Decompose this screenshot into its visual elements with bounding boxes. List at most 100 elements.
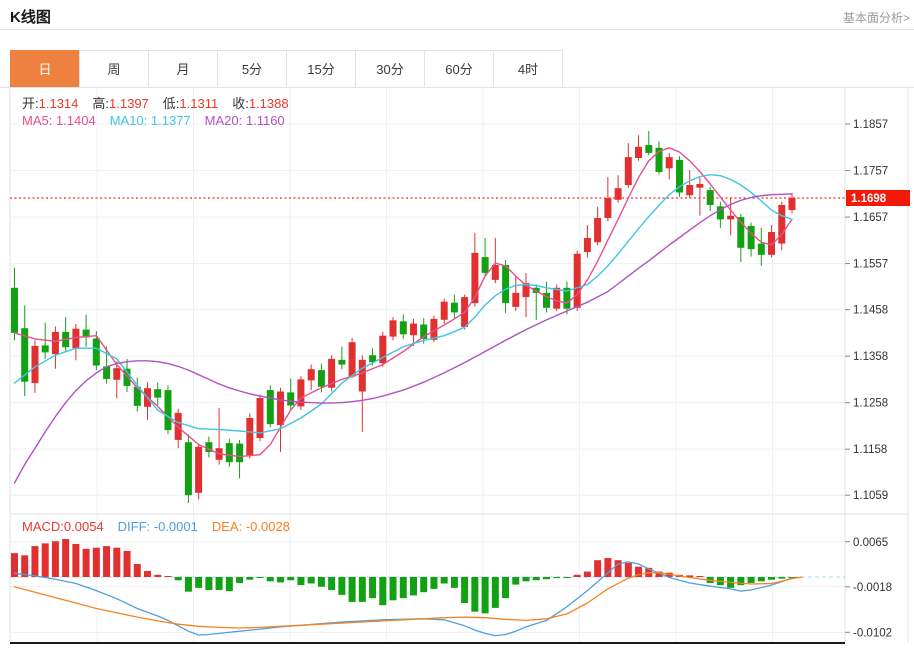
axis-label: -0.0102 bbox=[853, 627, 892, 639]
macd-bar bbox=[369, 577, 376, 598]
candle-body bbox=[584, 238, 591, 252]
candle-body bbox=[604, 198, 611, 218]
axis-label: 1.1757 bbox=[853, 166, 888, 178]
macd-bar bbox=[533, 577, 540, 580]
macd-bar bbox=[379, 577, 386, 605]
macd-bar bbox=[451, 577, 458, 588]
macd-bar bbox=[758, 577, 765, 581]
macd-bar bbox=[338, 577, 345, 595]
candle-body bbox=[625, 157, 632, 185]
axis-label: -0.0018 bbox=[853, 582, 892, 594]
candle-body bbox=[93, 339, 100, 366]
macd-bar bbox=[103, 546, 110, 577]
macd-bar bbox=[144, 571, 151, 577]
candle-body bbox=[789, 198, 796, 210]
axis-label: 1.1258 bbox=[853, 398, 888, 410]
macd-bar bbox=[72, 544, 79, 577]
candle-body bbox=[277, 392, 284, 426]
macd-bar bbox=[615, 560, 622, 577]
tab-period-7[interactable]: 4时 bbox=[493, 50, 563, 88]
macd-bar bbox=[471, 577, 478, 612]
axis-label: 1.1458 bbox=[853, 305, 888, 317]
macd-bar bbox=[574, 575, 581, 577]
fundamental-analysis-link[interactable]: 基本面分析> bbox=[843, 9, 910, 26]
candle-body bbox=[11, 288, 18, 333]
macd-bar bbox=[287, 577, 294, 580]
kline-chart[interactable]: 1.18571.17571.16571.15571.14581.13581.12… bbox=[0, 0, 914, 648]
macd-bar bbox=[492, 577, 499, 608]
macd-bar bbox=[768, 577, 775, 580]
candlestick-series bbox=[11, 131, 796, 503]
candle-body bbox=[236, 444, 243, 463]
macd-bar bbox=[257, 577, 264, 578]
macd-bar bbox=[420, 577, 427, 592]
macd-bar bbox=[164, 576, 171, 577]
candle-body bbox=[696, 184, 703, 188]
macd-bar bbox=[134, 564, 141, 577]
macd-bar bbox=[594, 560, 601, 577]
macd-bar bbox=[778, 577, 785, 579]
macd-bar bbox=[297, 577, 304, 585]
tab-period-0[interactable]: 日 bbox=[10, 50, 80, 88]
macd-bar bbox=[482, 577, 489, 613]
macd-bar bbox=[308, 577, 315, 584]
axis-label: 1.1358 bbox=[853, 351, 888, 363]
macd-bar bbox=[267, 577, 274, 581]
candle-body bbox=[338, 360, 345, 365]
candle-body bbox=[594, 218, 601, 242]
macd-bar bbox=[195, 577, 202, 588]
candle-body bbox=[727, 216, 734, 220]
candle-body bbox=[349, 342, 356, 376]
candle-body bbox=[287, 392, 294, 405]
candle-body bbox=[390, 320, 397, 336]
macd-bar bbox=[93, 548, 100, 577]
tab-period-4[interactable]: 15分 bbox=[286, 50, 356, 88]
candle-body bbox=[318, 370, 325, 387]
macd-bar bbox=[175, 577, 182, 580]
candle-body bbox=[441, 302, 448, 320]
candle-body bbox=[451, 303, 458, 313]
macd-bar bbox=[216, 577, 223, 590]
current-price-label: 1.1698 bbox=[851, 193, 887, 205]
candle-body bbox=[246, 418, 253, 455]
tab-period-5[interactable]: 30分 bbox=[355, 50, 425, 88]
macd-bar bbox=[512, 577, 519, 585]
macd-bar bbox=[328, 577, 335, 590]
candle-body bbox=[113, 368, 120, 380]
candle-body bbox=[553, 288, 560, 309]
widget-header: K线图 基本面分析> bbox=[0, 0, 914, 30]
diff-line bbox=[15, 562, 793, 636]
candle-body bbox=[165, 390, 172, 430]
candle-body bbox=[502, 265, 509, 303]
macd-bar bbox=[52, 541, 59, 577]
kline-widget: 1.18571.17571.16571.15571.14581.13581.12… bbox=[0, 0, 914, 648]
period-tabbar: 日周月5分15分30分60分4时 bbox=[10, 50, 563, 88]
macd-bar bbox=[359, 577, 366, 602]
page-title: K线图 bbox=[10, 6, 51, 27]
tab-period-2[interactable]: 月 bbox=[148, 50, 218, 88]
candle-body bbox=[666, 157, 673, 168]
tab-period-6[interactable]: 60分 bbox=[424, 50, 494, 88]
macd-bar bbox=[461, 577, 468, 603]
macd-bar bbox=[205, 577, 212, 590]
tabbar-underline bbox=[0, 87, 914, 88]
candle-body bbox=[154, 389, 161, 397]
axis-label: 1.1557 bbox=[853, 259, 888, 271]
macd-bar bbox=[124, 551, 131, 577]
macd-bar bbox=[563, 577, 570, 578]
macd-bar bbox=[83, 549, 90, 577]
ma10-line bbox=[15, 175, 793, 433]
candle-body bbox=[400, 321, 407, 334]
candle-body bbox=[359, 360, 366, 392]
candle-body bbox=[52, 332, 59, 354]
tab-period-1[interactable]: 周 bbox=[79, 50, 149, 88]
tab-period-3[interactable]: 5分 bbox=[217, 50, 287, 88]
candle-body bbox=[410, 324, 417, 336]
macd-bar bbox=[543, 577, 550, 579]
macd-bar bbox=[246, 577, 253, 580]
candle-body bbox=[748, 226, 755, 249]
axis-label: 1.1158 bbox=[853, 444, 887, 456]
axis-label: 1.1857 bbox=[853, 119, 888, 131]
macd-bar bbox=[62, 539, 69, 577]
macd-bar bbox=[553, 577, 560, 578]
